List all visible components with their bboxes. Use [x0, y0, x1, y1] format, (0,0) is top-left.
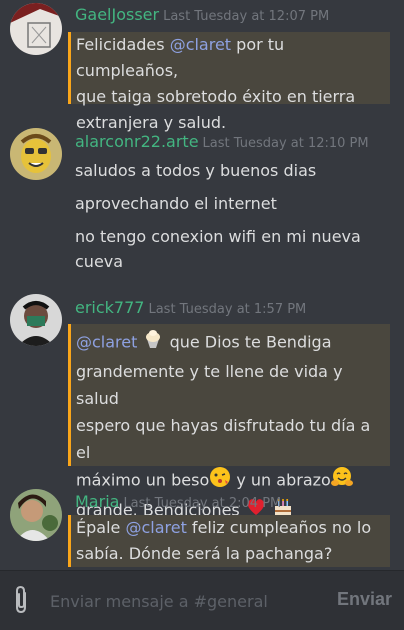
send-button[interactable]: Enviar — [337, 589, 392, 610]
message-paragraph: saludos a todos y buenos dias — [75, 161, 317, 180]
message-list: GaelJosser Last Tuesday at 12:07 PM Felic… — [0, 0, 404, 570]
avatar[interactable] — [10, 128, 62, 180]
ice-cream-icon — [142, 328, 164, 358]
mention-claret[interactable]: @claret — [170, 35, 231, 54]
message-line: grandemente y te llene de vida y salud — [76, 362, 343, 408]
message-line: Felicidades @claret por tu cumpleaños, — [76, 35, 285, 80]
avatar-cartoon-icon — [10, 128, 62, 180]
message-input[interactable] — [50, 589, 310, 613]
username[interactable]: GaelJosser — [75, 5, 159, 24]
timestamp: Last Tuesday at 12:10 PM — [202, 136, 369, 151]
message-composer: Enviar — [0, 570, 404, 630]
username[interactable]: Maria — [75, 492, 119, 511]
mention-highlight: @claret que Dios te Bendiga grandemente … — [68, 324, 390, 520]
message-line: que taiga sobretodo éxito en tierra — [76, 87, 356, 106]
avatar[interactable] — [10, 3, 62, 55]
message-paragraph: aprovechando el internet — [75, 194, 277, 213]
avatar-photo-icon — [10, 294, 62, 346]
message-line: sabía. Dónde será la pachanga? — [76, 544, 333, 563]
avatar[interactable] — [10, 294, 62, 346]
timestamp: Last Tuesday at 1:57 PM — [148, 302, 307, 317]
message-paragraph: no tengo conexion wifi en mi nueva cueva — [75, 227, 361, 271]
mention-highlight: Felicidades @claret por tu cumpleaños, q… — [68, 32, 390, 132]
hug-face-icon — [330, 466, 353, 496]
avatar-photo-icon — [10, 489, 62, 541]
username[interactable]: erick777 — [75, 298, 144, 317]
message-line: @claret que Dios te Bendiga — [76, 328, 386, 358]
username[interactable]: alarconr22.arte — [75, 132, 199, 151]
timestamp: Last Tuesday at 12:07 PM — [163, 9, 330, 24]
avatar[interactable] — [10, 489, 62, 541]
timestamp: Last Tuesday at 2:04 PM — [123, 496, 282, 511]
avatar-drawing-icon — [10, 3, 62, 55]
mention-highlight: Épale @claret feliz cumpleaños no lo sab… — [68, 515, 390, 567]
mention-claret[interactable]: @claret — [76, 333, 137, 352]
message-line: Épale @claret feliz cumpleaños no lo — [76, 518, 372, 537]
mention-claret[interactable]: @claret — [125, 518, 186, 537]
paperclip-icon[interactable] — [10, 585, 34, 615]
message-line: espero que hayas disfrutado tu día a el — [76, 416, 371, 462]
